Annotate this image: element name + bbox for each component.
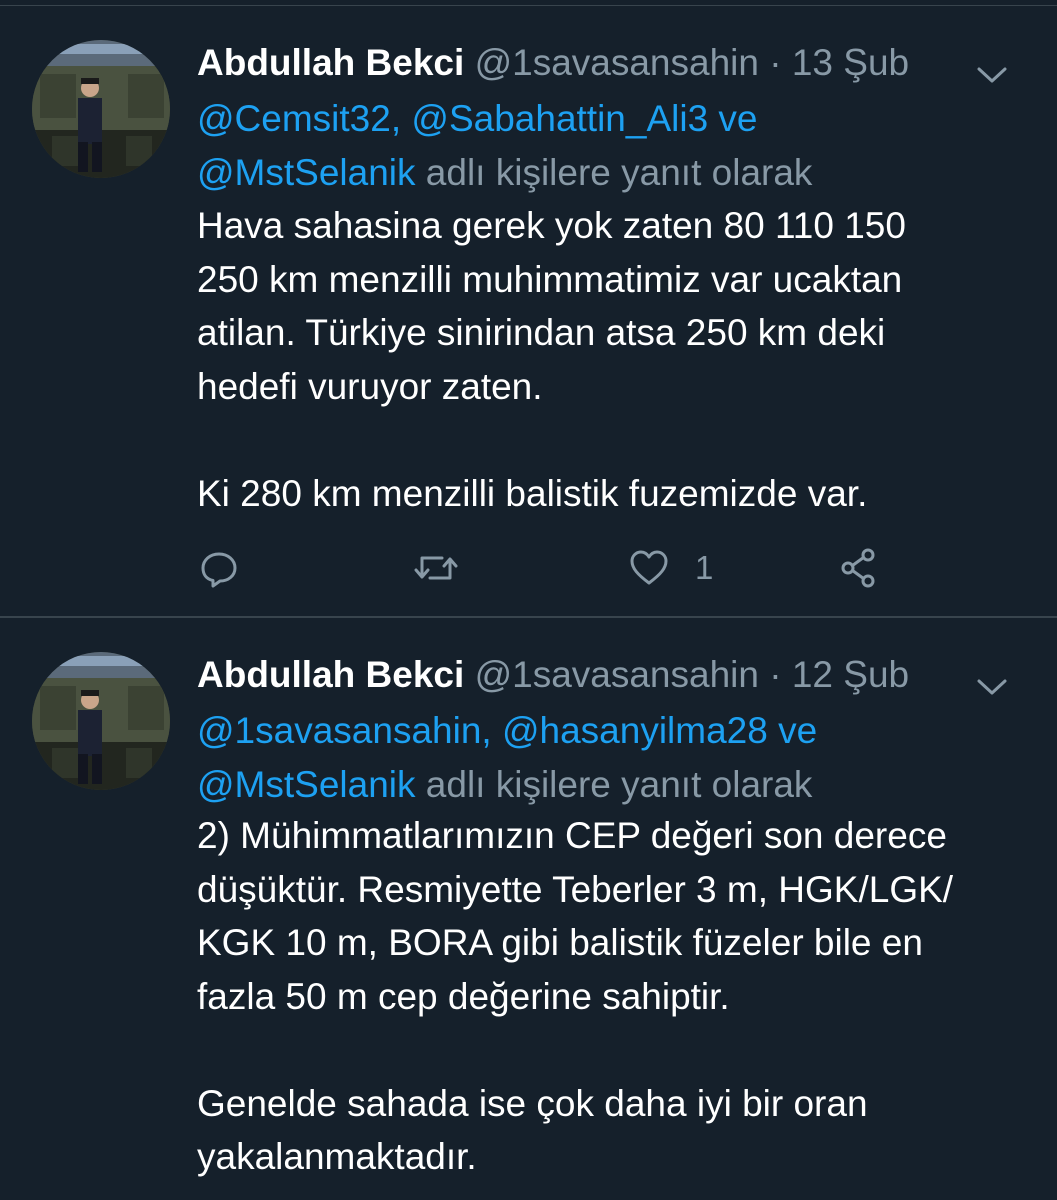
author-name[interactable]: Abdullah Bekci [197, 42, 464, 83]
tweet[interactable]: Abdullah Bekci @1savasansahin · 13 Şub @… [0, 8, 1057, 618]
tweet-text: 2) Mühimmatlarımızın CEP değeri son dere… [197, 815, 954, 1177]
author-handle[interactable]: @1savasansahin [475, 42, 759, 83]
replying-to: @Cemsit32, @Sabahattin_Ali3 ve @MstSelan… [197, 92, 1027, 200]
avatar[interactable] [32, 652, 170, 790]
share-button[interactable] [837, 538, 881, 598]
tweet-actions: 1 [197, 538, 897, 598]
reply-icon [197, 546, 241, 590]
tweet-header: Abdullah Bekci @1savasansahin · 13 Şub [197, 38, 1037, 88]
tweet-header: Abdullah Bekci @1savasansahin · 12 Şub [197, 650, 1037, 700]
tweet-date[interactable]: 13 Şub [792, 42, 909, 83]
tweet[interactable]: Abdullah Bekci @1savasansahin · 12 Şub @… [0, 620, 1057, 1200]
author-name[interactable]: Abdullah Bekci [197, 654, 464, 695]
like-button[interactable]: 1 [627, 538, 713, 598]
reply-suffix: adlı kişilere yanıt olarak [415, 152, 813, 193]
tweet-date[interactable]: 12 Şub [792, 654, 909, 695]
like-count: 1 [695, 549, 714, 586]
separator-dot: · [769, 42, 782, 83]
reply-mentions[interactable]: @1savasansahin, @hasanyilma28 ve [197, 710, 817, 751]
author-handle[interactable]: @1savasansahin [475, 654, 759, 695]
reply-mention-last[interactable]: @MstSelanik [197, 764, 416, 805]
chevron-down-icon[interactable] [975, 662, 1009, 695]
reply-mention-last[interactable]: @MstSelanik [197, 152, 416, 193]
tweet-text: Hava sahasina gerek yok zaten 80 110 150… [197, 205, 906, 514]
reply-mentions[interactable]: @Cemsit32, @Sabahattin_Ali3 ve [197, 98, 758, 139]
retweet-button[interactable] [412, 538, 460, 598]
retweet-icon [412, 546, 460, 590]
replying-to: @1savasansahin, @hasanyilma28 ve @MstSel… [197, 704, 1027, 812]
heart-icon [627, 546, 671, 590]
top-divider [0, 0, 1057, 6]
share-icon [837, 546, 881, 590]
reply-button[interactable] [197, 538, 241, 598]
separator-dot: · [769, 654, 782, 695]
chevron-down-icon[interactable] [975, 50, 1009, 83]
avatar[interactable] [32, 40, 170, 178]
reply-suffix: adlı kişilere yanıt olarak [415, 764, 813, 805]
